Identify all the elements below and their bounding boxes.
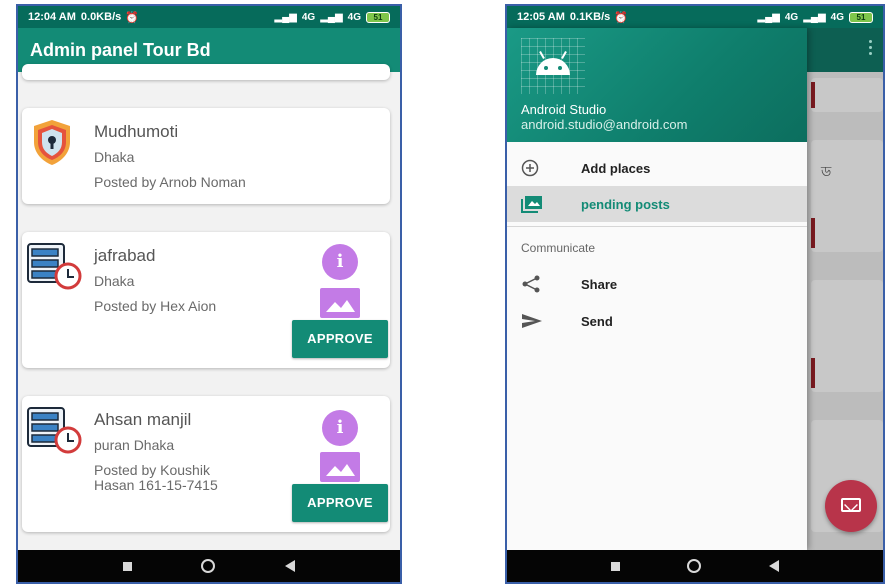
network-type-2: 4G — [830, 11, 844, 23]
drawer-item-add-places[interactable]: Add places — [507, 150, 807, 186]
back-icon[interactable] — [769, 560, 780, 572]
place-title: jafrabad — [94, 246, 156, 265]
recents-icon[interactable] — [610, 561, 620, 571]
network-type-2: 4G — [347, 11, 361, 23]
status-time: 12:05 AM — [517, 11, 565, 23]
battery-icon: 51 — [849, 11, 873, 23]
posted-by: Posted by Arnob Noman — [94, 174, 246, 190]
drawer-item-share[interactable]: Share — [507, 266, 807, 302]
back-icon[interactable] — [285, 560, 296, 572]
android-antenna — [539, 51, 545, 59]
list-item[interactable] — [22, 64, 390, 80]
navigation-drawer: Android Studio android.studio@android.co… — [507, 28, 807, 550]
section-label: Communicate — [521, 241, 596, 255]
android-eye — [558, 66, 562, 70]
status-time: 12:04 AM — [28, 11, 76, 23]
photo-library-icon — [521, 195, 543, 213]
background-text-fragment: ড — [821, 164, 832, 180]
background-card: ড — [811, 140, 883, 252]
background-card-accent — [811, 82, 815, 108]
place-location: Dhaka — [94, 273, 135, 289]
admin-panel-screen: 12:04 AM 0.0KB/s ⏰ ▂▄▆ 4G ▂▄▆ 4G 51 Admi… — [16, 4, 402, 584]
battery-icon: 51 — [366, 11, 390, 23]
server-clock-icon — [26, 240, 84, 292]
share-icon — [521, 275, 543, 293]
list-item[interactable]: Mudhumoti Dhaka Posted by Arnob Noman — [22, 108, 390, 204]
place-location: Dhaka — [94, 149, 135, 165]
home-icon[interactable] — [201, 559, 216, 573]
android-logo-icon — [521, 38, 585, 94]
image-icon[interactable] — [320, 288, 360, 318]
recents-icon[interactable] — [122, 561, 132, 571]
shield-keyhole-icon — [26, 116, 78, 168]
background-app-bar — [807, 28, 883, 72]
user-email: android.studio@android.com — [521, 117, 688, 132]
server-clock-icon — [26, 404, 84, 456]
signal-icon: ▂▄▆ — [320, 11, 343, 23]
signal-icon: ▂▄▆ — [274, 11, 297, 23]
status-speed: 0.0KB/s — [80, 11, 122, 23]
alarm-icon: ⏰ — [614, 11, 628, 24]
navigation-drawer-screen: 12:05 AM 0.1KB/s ⏰ ▂▄▆ 4G ▂▄▆ 4G 51 ড An… — [505, 4, 885, 584]
android-eye — [544, 66, 548, 70]
drawer-divider — [507, 226, 807, 227]
post-list[interactable]: Mudhumoti Dhaka Posted by Arnob Noman ja… — [18, 64, 400, 550]
info-icon[interactable]: i — [322, 244, 358, 280]
email-icon — [841, 498, 861, 512]
place-location: puran Dhaka — [94, 437, 175, 453]
drawer-item-label: pending posts — [581, 196, 670, 212]
signal-icon: ▂▄▆ — [757, 11, 780, 23]
app-title: Admin panel Tour Bd — [30, 39, 211, 60]
background-card-accent — [811, 358, 815, 388]
overflow-menu-icon — [869, 40, 873, 58]
status-bar: 12:05 AM 0.1KB/s ⏰ ▂▄▆ 4G ▂▄▆ 4G 51 — [507, 6, 883, 28]
drawer-header: Android Studio android.studio@android.co… — [507, 28, 807, 142]
user-name: Android Studio — [521, 102, 607, 117]
network-type: 4G — [301, 11, 316, 23]
background-card — [811, 78, 883, 112]
status-speed: 0.1KB/s — [569, 11, 611, 23]
list-item[interactable]: Ahsan manjil puran Dhaka Posted by Koush… — [22, 396, 390, 532]
drawer-item-label: Share — [581, 276, 618, 292]
posted-by: Posted by Hex Aion — [94, 298, 217, 314]
list-item[interactable]: jafrabad Dhaka Posted by Hex Aion i APPR… — [22, 232, 390, 368]
android-head — [536, 58, 570, 75]
info-icon[interactable]: i — [322, 410, 358, 446]
background-card-accent — [811, 218, 815, 248]
android-antenna — [561, 51, 567, 59]
drawer-item-pending-posts[interactable]: pending posts — [507, 186, 807, 222]
signal-icon: ▂▄▆ — [803, 11, 826, 23]
drawer-item-label: Add places — [581, 160, 651, 176]
approve-button[interactable]: APPROVE — [292, 484, 388, 522]
system-nav-bar — [18, 550, 400, 582]
network-type: 4G — [784, 11, 799, 23]
drawer-item-label: Send — [581, 313, 613, 329]
scrim-background[interactable]: ড — [807, 28, 883, 550]
send-icon — [521, 312, 543, 330]
place-title: Ahsan manjil — [94, 410, 192, 429]
image-icon[interactable] — [320, 452, 360, 482]
background-card — [811, 280, 883, 392]
approve-button[interactable]: APPROVE — [292, 320, 388, 358]
status-bar: 12:04 AM 0.0KB/s ⏰ ▂▄▆ 4G ▂▄▆ 4G 51 — [18, 6, 400, 28]
alarm-icon: ⏰ — [125, 11, 139, 24]
posted-by: Posted by Koushik — [94, 462, 210, 478]
add-circle-icon — [521, 159, 543, 177]
system-nav-bar — [507, 550, 883, 582]
drawer-item-send[interactable]: Send — [507, 303, 807, 339]
home-icon[interactable] — [687, 559, 702, 573]
email-fab[interactable] — [825, 480, 877, 532]
place-title: Mudhumoti — [94, 122, 179, 141]
posted-by-continued: Hasan 161-15-7415 — [94, 477, 218, 493]
